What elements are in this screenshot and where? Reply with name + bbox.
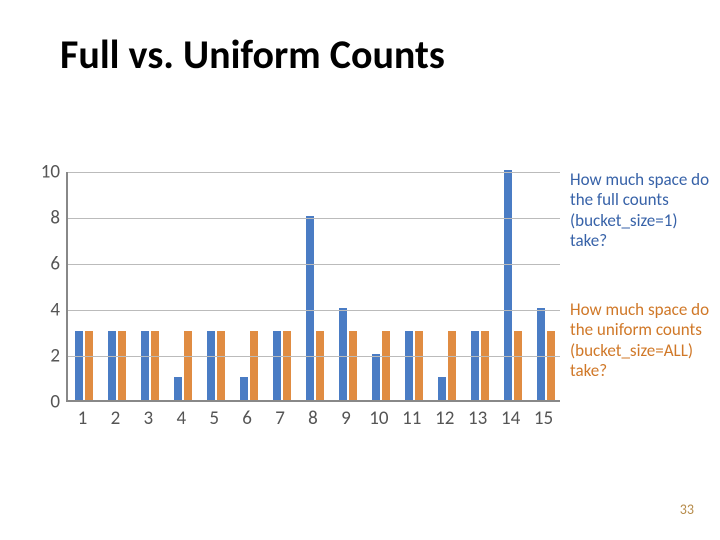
- bar-full: [372, 354, 380, 400]
- gridline: [68, 172, 560, 173]
- bar-uniform: [316, 331, 324, 400]
- page-number: 33: [680, 501, 694, 518]
- y-tick-label: 4: [30, 299, 60, 322]
- bar-full: [240, 377, 248, 400]
- bar-uniform: [118, 331, 126, 400]
- bar-uniform: [415, 331, 423, 400]
- y-tick-label: 10: [30, 161, 60, 184]
- x-tick-label: 5: [209, 407, 219, 430]
- bar-full: [207, 331, 215, 400]
- annotation-full-counts: How much space do the full counts (bucke…: [570, 170, 710, 252]
- x-tick-label: 13: [468, 407, 487, 430]
- x-tick-label: 12: [435, 407, 454, 430]
- page-title: Full vs. Uniform Counts: [60, 30, 445, 79]
- bar-uniform: [349, 331, 357, 400]
- bar-uniform: [184, 331, 192, 400]
- x-tick-label: 14: [501, 407, 520, 430]
- bar-full: [108, 331, 116, 400]
- annotation-uniform-counts: How much space do the uniform counts (bu…: [570, 300, 710, 382]
- bar-full: [75, 331, 83, 400]
- bar-full: [306, 216, 314, 400]
- x-tick-label: 4: [176, 407, 186, 430]
- chart: 0246810123456789101112131415: [30, 172, 560, 432]
- bar-uniform: [151, 331, 159, 400]
- bar-full: [438, 377, 446, 400]
- x-tick-label: 3: [144, 407, 154, 430]
- bar-uniform: [250, 331, 258, 400]
- bar-uniform: [448, 331, 456, 400]
- x-tick-label: 9: [341, 407, 351, 430]
- y-tick-label: 8: [30, 207, 60, 230]
- bar-full: [339, 308, 347, 400]
- gridline: [68, 218, 560, 219]
- gridline: [68, 264, 560, 265]
- x-tick-label: 7: [275, 407, 285, 430]
- bar-groups: [68, 172, 560, 400]
- y-tick-label: 0: [30, 391, 60, 414]
- bar-full: [273, 331, 281, 400]
- bar-full: [141, 331, 149, 400]
- bar-full: [504, 170, 512, 400]
- x-tick-label: 10: [369, 407, 388, 430]
- x-tick-label: 8: [308, 407, 318, 430]
- bar-uniform: [382, 331, 390, 400]
- x-tick-label: 6: [242, 407, 252, 430]
- bar-full: [405, 331, 413, 400]
- bar-full: [174, 377, 182, 400]
- gridline: [68, 310, 560, 311]
- bar-uniform: [85, 331, 93, 400]
- x-tick-label: 1: [78, 407, 88, 430]
- bar-uniform: [547, 331, 555, 400]
- x-tick-label: 15: [534, 407, 553, 430]
- bar-uniform: [217, 331, 225, 400]
- x-tick-label: 11: [402, 407, 421, 430]
- bar-full: [537, 308, 545, 400]
- x-tick-label: 2: [111, 407, 121, 430]
- bar-uniform: [514, 331, 522, 400]
- bar-uniform: [481, 331, 489, 400]
- bar-uniform: [283, 331, 291, 400]
- gridline: [68, 356, 560, 357]
- bar-full: [471, 331, 479, 400]
- plot-area: [66, 172, 560, 402]
- y-tick-label: 2: [30, 345, 60, 368]
- y-tick-label: 6: [30, 253, 60, 276]
